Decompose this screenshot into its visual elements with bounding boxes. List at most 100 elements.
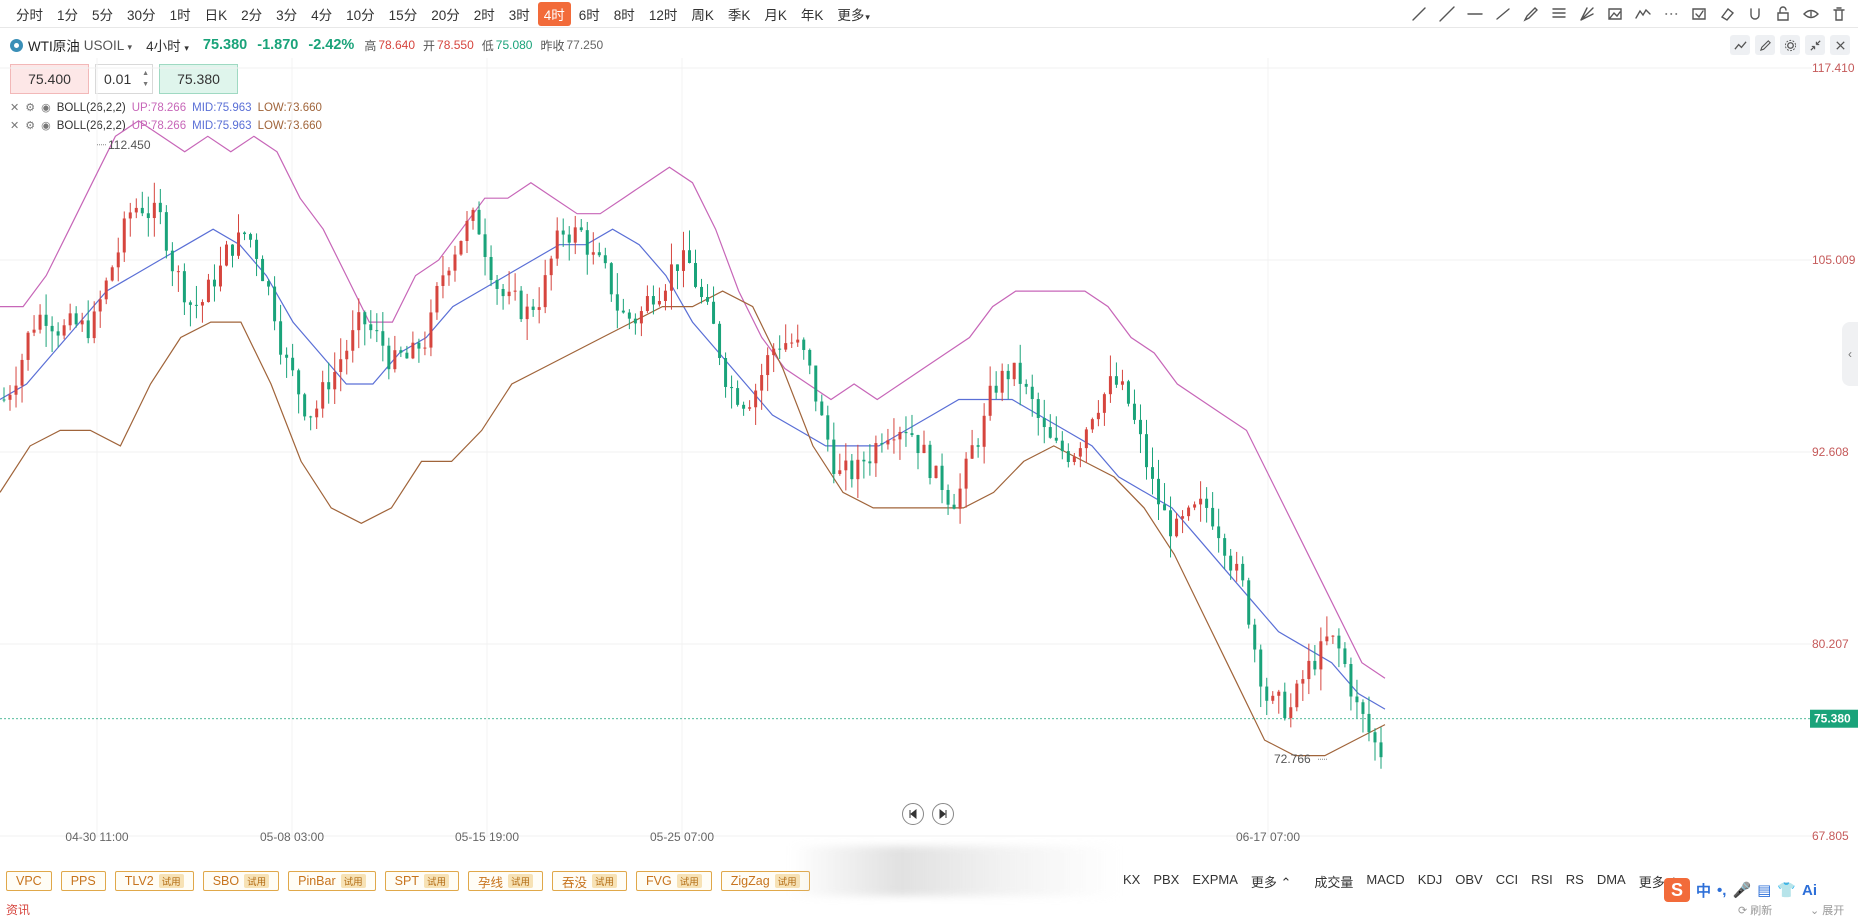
- pen-icon[interactable]: [1520, 3, 1542, 25]
- indicator-sbo[interactable]: SBO 试用: [202, 871, 280, 891]
- main-indicator-5[interactable]: MACD: [1366, 872, 1404, 891]
- candle-body: [1199, 498, 1203, 505]
- candle-body: [321, 382, 325, 409]
- timeframe-6[interactable]: 2分: [235, 2, 268, 26]
- indicator-spt[interactable]: SPT 试用: [384, 871, 459, 891]
- time-tick-label: 06-17 07:00: [1236, 830, 1300, 844]
- side-panel-toggle[interactable]: ‹: [1842, 322, 1858, 386]
- candle-body: [44, 314, 48, 326]
- timeframe-5[interactable]: 日K: [199, 2, 234, 26]
- indicator-pregnant[interactable]: 孕线 试用: [467, 871, 544, 891]
- candle-body: [38, 314, 42, 330]
- pencil-icon[interactable]: [1755, 35, 1775, 55]
- ime-punct-icon[interactable]: •,: [1717, 882, 1726, 899]
- indicator-engulf[interactable]: 吞没 试用: [552, 871, 628, 891]
- timeframe-19[interactable]: 季K: [722, 2, 757, 26]
- collapse-icon[interactable]: [1805, 35, 1825, 55]
- indicator-label: FVG: [646, 874, 672, 888]
- timeframe-7[interactable]: 3分: [270, 2, 303, 26]
- main-indicator-2[interactable]: EXPMA: [1192, 872, 1238, 891]
- eye-icon[interactable]: [1800, 3, 1822, 25]
- main-indicator-9[interactable]: RSI: [1531, 872, 1553, 891]
- close-icon[interactable]: [1830, 35, 1850, 55]
- main-indicator-6[interactable]: KDJ: [1418, 872, 1443, 891]
- timeframe-15[interactable]: 6时: [573, 2, 606, 26]
- indicator-pps[interactable]: PPS: [60, 871, 106, 891]
- candle-body: [230, 244, 234, 256]
- horizontal-line-icon[interactable]: [1464, 3, 1486, 25]
- snapshot-icon[interactable]: [1688, 3, 1710, 25]
- main-indicator-10[interactable]: RS: [1566, 872, 1584, 891]
- timeframe-10[interactable]: 15分: [383, 2, 424, 26]
- chart-type-icon[interactable]: [1730, 35, 1750, 55]
- mic-icon[interactable]: 🎤: [1732, 881, 1751, 899]
- timeframe-1[interactable]: 1分: [51, 2, 84, 26]
- main-indicator-8[interactable]: CCI: [1496, 872, 1518, 891]
- keyboard-icon[interactable]: ▤: [1757, 881, 1771, 899]
- indicator-vpc[interactable]: VPC: [6, 871, 52, 891]
- symbol-code[interactable]: USOIL ▾: [84, 38, 132, 53]
- scroll-to-end-button[interactable]: [932, 803, 954, 825]
- main-indicator-4[interactable]: 成交量: [1314, 872, 1353, 891]
- candlestick-chart[interactable]: 117.410 105.009 92.608 80.207 67.805 75.380 0…: [0, 58, 1858, 858]
- main-indicator-1[interactable]: PBX: [1153, 872, 1179, 891]
- expand-button[interactable]: ⌄ 展开: [1810, 902, 1844, 917]
- news-link[interactable]: 资讯: [6, 901, 30, 917]
- timeframe-20[interactable]: 月K: [758, 2, 793, 26]
- candle-body: [8, 394, 12, 400]
- ai-label[interactable]: Ai: [1802, 882, 1817, 899]
- timeframe-16[interactable]: 8时: [608, 2, 641, 26]
- candle-body: [651, 296, 655, 305]
- timeframe-12[interactable]: 2时: [468, 2, 501, 26]
- timeframe-2[interactable]: 5分: [86, 2, 119, 26]
- wave-icon[interactable]: [1632, 3, 1654, 25]
- timeframe-3[interactable]: 30分: [121, 2, 162, 26]
- main-indicator-7[interactable]: OBV: [1455, 872, 1482, 891]
- settings-icon[interactable]: [1780, 35, 1800, 55]
- shirt-icon[interactable]: 👕: [1777, 881, 1796, 899]
- extended-line-icon[interactable]: [1436, 3, 1458, 25]
- refresh-button[interactable]: ⟳ 刷新: [1738, 902, 1772, 917]
- time-axis: 04-30 11:00 05-08 03:00 05-15 19:00 05-25 0…: [65, 830, 1300, 844]
- timeframe-8[interactable]: 4分: [305, 2, 338, 26]
- timeframe-0[interactable]: 分时: [10, 2, 49, 26]
- timeframe-13[interactable]: 3时: [503, 2, 536, 26]
- candle-body: [1132, 403, 1136, 420]
- candle-body: [778, 348, 782, 350]
- trend-line-icon[interactable]: [1492, 3, 1514, 25]
- timeframe-14[interactable]: 4时: [537, 1, 571, 26]
- candle-body: [1054, 437, 1058, 441]
- image-icon[interactable]: [1604, 3, 1626, 25]
- lock-icon[interactable]: [1772, 3, 1794, 25]
- indicator-tlv2[interactable]: TLV2 试用: [114, 871, 194, 891]
- ime-mode[interactable]: 中: [1696, 880, 1711, 901]
- candle-body: [381, 331, 385, 346]
- candle-body: [1012, 362, 1016, 380]
- candle-body: [856, 459, 860, 480]
- candle-body: [597, 252, 601, 256]
- main-indicator-11[interactable]: DMA: [1597, 872, 1626, 891]
- ray-line-icon[interactable]: [1408, 3, 1430, 25]
- timeframe-21[interactable]: 年K: [795, 2, 830, 26]
- timeframe-11[interactable]: 20分: [425, 2, 466, 26]
- timeframe-9[interactable]: 10分: [340, 2, 381, 26]
- timeframe-18[interactable]: 周K: [685, 2, 720, 26]
- more-dots-icon[interactable]: [1660, 3, 1682, 25]
- timeframe-22[interactable]: 更多▾: [831, 2, 876, 26]
- timeframe-4[interactable]: 1时: [164, 2, 197, 26]
- eraser-icon[interactable]: [1716, 3, 1738, 25]
- main-indicator-0[interactable]: KX: [1123, 872, 1140, 891]
- symbol-name[interactable]: WTI原油: [28, 35, 80, 55]
- main-indicator-3[interactable]: 更多 ⌃: [1251, 872, 1292, 891]
- magnet-icon[interactable]: [1744, 3, 1766, 25]
- fan-icon[interactable]: [1576, 3, 1598, 25]
- timeframe-17[interactable]: 12时: [643, 2, 684, 26]
- time-tick-label: 04-30 11:00: [65, 830, 128, 844]
- candle-body: [736, 388, 740, 405]
- indicator-pinbar[interactable]: PinBar 试用: [288, 871, 376, 891]
- indicator-fvg[interactable]: FVG 试用: [636, 871, 712, 891]
- period-selector[interactable]: 4小时 ▾: [146, 35, 189, 55]
- scroll-to-start-button[interactable]: [902, 803, 924, 825]
- trash-icon[interactable]: [1828, 3, 1850, 25]
- fib-icon[interactable]: [1548, 3, 1570, 25]
